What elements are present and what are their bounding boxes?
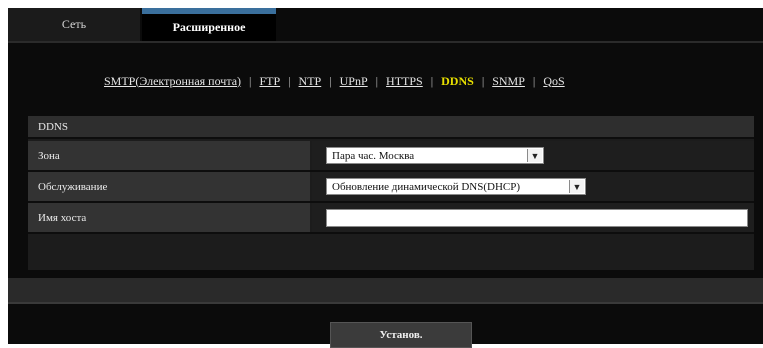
hostname-label: Имя хоста bbox=[28, 203, 310, 232]
footer-divider bbox=[8, 302, 763, 304]
link-upnp[interactable]: UPnP bbox=[340, 74, 368, 89]
link-ddns[interactable]: DDNS bbox=[441, 74, 474, 89]
hostname-value-cell bbox=[312, 203, 754, 232]
tabbar-divider bbox=[8, 41, 763, 43]
footer-band bbox=[8, 278, 763, 302]
zone-row: Зона Пара час. Москва ▼ bbox=[28, 141, 754, 172]
subsection-links: SMTP(Электронная почта) | FTP | NTP | UP… bbox=[104, 72, 565, 90]
set-button[interactable]: Установ. bbox=[330, 322, 472, 348]
link-qos[interactable]: QoS bbox=[543, 74, 564, 89]
zone-select-value: Пара час. Москва bbox=[332, 149, 415, 162]
link-separator: | bbox=[375, 73, 379, 88]
link-snmp[interactable]: SNMP bbox=[492, 74, 525, 89]
link-ftp[interactable]: FTP bbox=[259, 74, 280, 89]
link-separator: | bbox=[249, 73, 252, 88]
hostname-input[interactable] bbox=[326, 209, 748, 227]
zone-label: Зона bbox=[28, 141, 310, 170]
tab-advanced[interactable]: Расширенное bbox=[142, 8, 276, 41]
service-label: Обслуживание bbox=[28, 172, 310, 201]
tab-advanced-label: Расширенное bbox=[172, 20, 246, 34]
service-row: Обслуживание Обновление динамической DNS… bbox=[28, 172, 754, 203]
link-separator: | bbox=[288, 73, 291, 88]
hostname-row: Имя хоста bbox=[28, 203, 754, 234]
link-smtp[interactable]: SMTP(Электронная почта) bbox=[104, 74, 241, 89]
chevron-down-icon: ▼ bbox=[527, 149, 542, 162]
link-https[interactable]: HTTPS bbox=[386, 74, 423, 89]
chevron-down-icon: ▼ bbox=[569, 180, 584, 193]
link-ntp[interactable]: NTP bbox=[299, 74, 322, 89]
link-separator: | bbox=[329, 73, 332, 88]
link-separator: | bbox=[532, 73, 536, 88]
zone-select[interactable]: Пара час. Москва ▼ bbox=[326, 147, 544, 164]
tab-network[interactable]: Сеть bbox=[8, 8, 140, 41]
service-value-cell: Обновление динамической DNS(DHCP) ▼ bbox=[312, 172, 754, 201]
link-separator: | bbox=[430, 73, 434, 88]
tab-network-label: Сеть bbox=[61, 17, 87, 31]
link-separator: | bbox=[481, 73, 485, 88]
ddns-section: DDNS Зона Пара час. Москва ▼ Обслуживани… bbox=[28, 116, 754, 270]
service-select[interactable]: Обновление динамической DNS(DHCP) ▼ bbox=[326, 178, 586, 195]
section-title: DDNS bbox=[28, 116, 754, 139]
service-select-value: Обновление динамической DNS(DHCP) bbox=[332, 180, 521, 193]
settings-window: Сеть Расширенное SMTP(Электронная почта)… bbox=[8, 8, 763, 348]
zone-value-cell: Пара час. Москва ▼ bbox=[312, 141, 754, 170]
